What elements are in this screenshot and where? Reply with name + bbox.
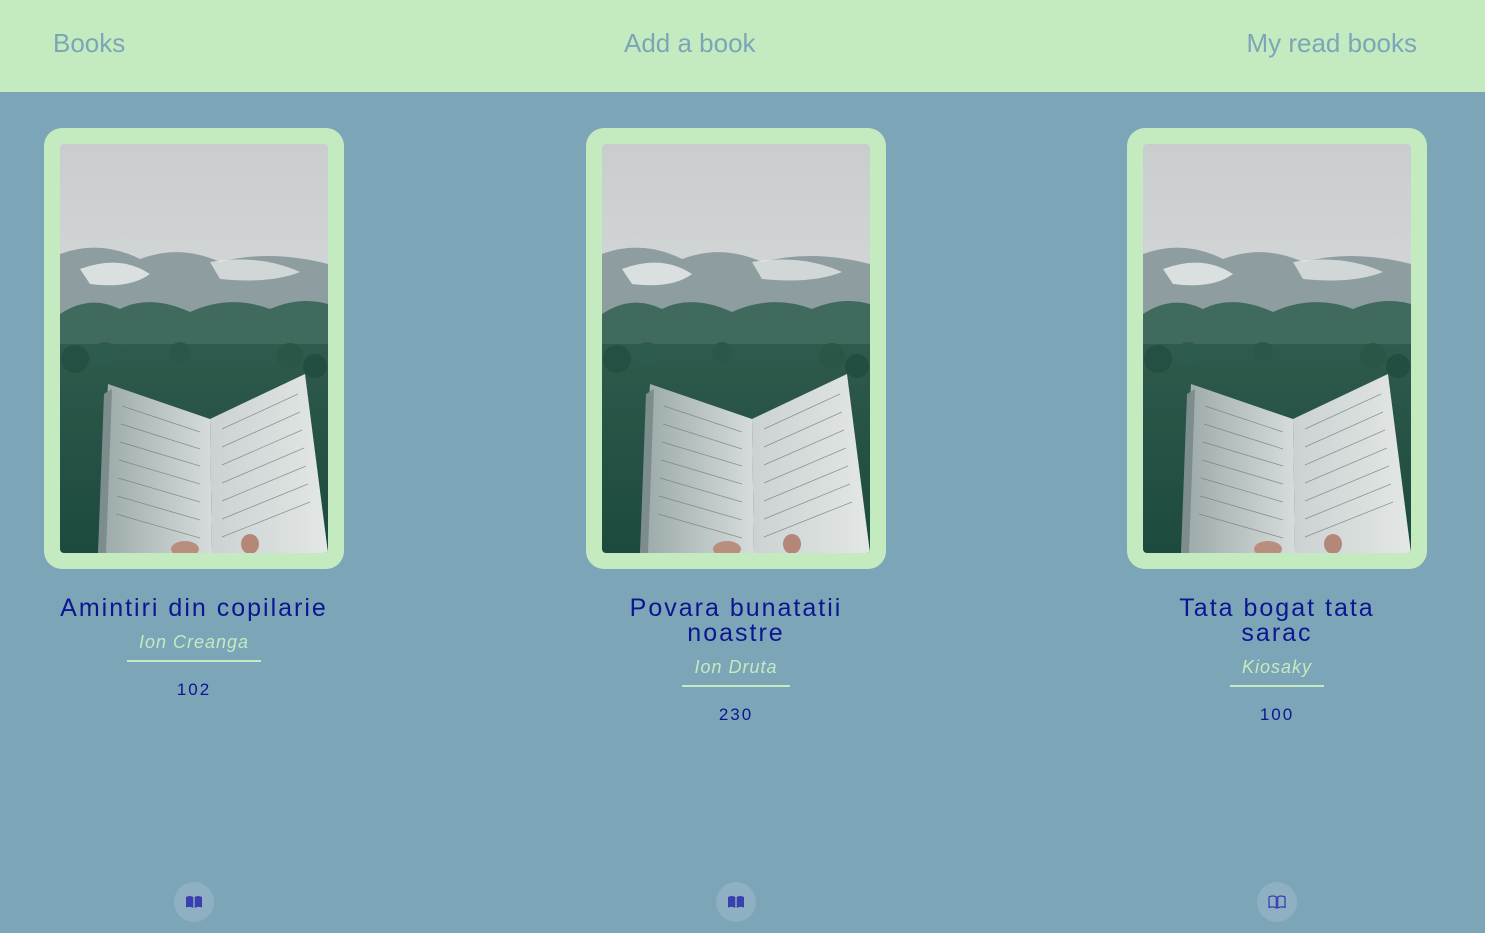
book-cover-frame — [586, 128, 886, 569]
book-card: Tata bogat tata sarac Kiosaky 100 — [1127, 128, 1427, 933]
book-pages: 102 — [176, 680, 212, 699]
book-title: Povara bunatatii noastre — [629, 594, 843, 647]
nav-link-my-read-books[interactable]: My read books — [1246, 28, 1417, 58]
book-author: Kiosaky — [1229, 657, 1325, 687]
book-pages: 230 — [718, 705, 754, 724]
book-pages: 100 — [1259, 705, 1295, 724]
open-book-filled-icon — [186, 896, 202, 908]
book-card: Povara bunatatii noastre Ion Druta 230 — [586, 128, 886, 933]
book-cover-image — [602, 144, 870, 553]
navbar: Books Add a book My read books — [0, 0, 1485, 92]
mark-read-button[interactable] — [1257, 882, 1297, 922]
book-info: Tata bogat tata sarac Kiosaky 100 — [1127, 596, 1427, 725]
book-info: Povara bunatatii noastre Ion Druta 230 — [586, 596, 886, 725]
mark-read-button[interactable] — [716, 882, 756, 922]
open-book-outline-icon — [1268, 895, 1286, 909]
nav-link-books[interactable]: Books — [53, 28, 125, 58]
book-author: Ion Creanga — [126, 632, 262, 662]
mark-read-button[interactable] — [174, 882, 214, 922]
book-info: Amintiri din copilarie Ion Creanga 102 — [44, 596, 344, 700]
book-cover-frame — [44, 128, 344, 569]
nav-link-add-book[interactable]: Add a book — [624, 28, 756, 58]
book-title: Tata bogat tata sarac — [1179, 594, 1375, 647]
open-book-filled-icon — [728, 896, 744, 908]
book-author: Ion Druta — [682, 657, 790, 687]
book-cover-image — [1143, 144, 1411, 553]
book-title: Amintiri din copilarie — [60, 594, 328, 622]
book-cover-image — [60, 144, 328, 553]
book-card: Amintiri din copilarie Ion Creanga 102 — [44, 128, 344, 933]
book-cover-frame — [1127, 128, 1427, 569]
